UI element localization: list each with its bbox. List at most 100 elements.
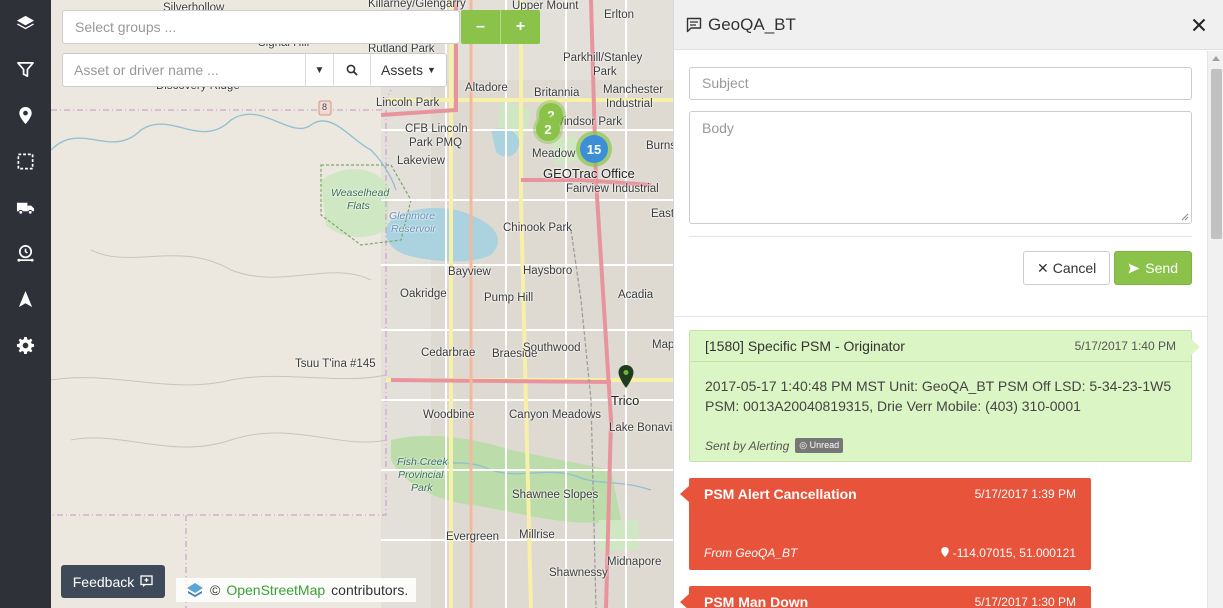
close-button[interactable] [1187, 13, 1211, 37]
map-label: Chinook Park [503, 222, 573, 234]
message-location[interactable]: -114.07015, 51.000121 [941, 546, 1076, 560]
assets-dropdown[interactable]: Assets ▼ [370, 54, 446, 86]
feedback-label: Feedback [72, 573, 135, 590]
map-label: Industrial [606, 98, 653, 110]
unread-badge: ◎ Unread [795, 438, 844, 453]
assets-label: Assets [381, 62, 424, 78]
route-history-icon [17, 244, 34, 262]
map-label: Weaselhead [331, 187, 390, 199]
select-area-icon [17, 153, 34, 169]
map-label: Altadore [465, 82, 508, 94]
select-area-button[interactable] [0, 138, 51, 184]
history-button[interactable] [0, 230, 51, 276]
map-label: Manchester [603, 84, 664, 96]
caret-down-icon: ▼ [427, 65, 436, 75]
map-attribution: © OpenStreetMap contributors. [176, 578, 417, 602]
openstreetmap-link[interactable]: OpenStreetMap [226, 582, 325, 598]
location-pin-icon [19, 106, 32, 124]
zoom-controls: – + [461, 10, 540, 44]
map-label: Glenmore [389, 210, 436, 222]
assets-button[interactable] [0, 184, 51, 230]
map-label-geotrac-office: GEOTrac Office [543, 166, 635, 181]
scroll-up-arrow-icon[interactable] [1212, 56, 1220, 61]
close-icon [1192, 18, 1206, 31]
map-label: Lakeview [397, 155, 445, 167]
zoom-out-button[interactable]: – [461, 10, 501, 44]
map-canvas[interactable]: Silverhollow Killarney/Glengarry Upper M… [51, 0, 673, 608]
feedback-button[interactable]: Feedback [61, 565, 165, 598]
map-label: Trico [611, 393, 640, 408]
highway-8-label: 8 [322, 102, 328, 112]
map-label: Park PMQ [409, 137, 463, 149]
caret-down-icon: ▼ [314, 64, 325, 76]
compose-form: Subject Body [689, 67, 1192, 224]
map-label: Burns [646, 140, 673, 152]
asset-cluster[interactable]: 2 [536, 117, 560, 141]
message-coords: -114.07015, 51.000121 [952, 546, 1076, 560]
settings-button[interactable] [0, 322, 51, 368]
message-incoming[interactable]: [1580] Specific PSM - Originator 5/17/20… [689, 330, 1200, 462]
map-label: Acadia [618, 289, 654, 301]
map-label: Flats [347, 200, 370, 212]
cancel-button[interactable]: ✕ Cancel [1022, 251, 1111, 285]
settings-gear-icon [16, 336, 35, 354]
body-placeholder: Body [702, 120, 734, 136]
send-label: Send [1145, 260, 1178, 276]
map-label: Haysboro [523, 265, 573, 277]
map-label: Oakridge [400, 288, 447, 300]
body-textarea[interactable]: Body [689, 111, 1192, 224]
navigate-button[interactable] [0, 276, 51, 322]
feedback-icon [140, 575, 153, 587]
send-button[interactable]: Send [1114, 251, 1192, 285]
subject-input[interactable]: Subject [689, 67, 1192, 100]
map-label: Cedarbrae [421, 347, 476, 359]
message-footer: Sent by Alerting ◎ Unread [705, 438, 844, 453]
panel-scrollbar[interactable] [1207, 51, 1223, 608]
message-footer: From GeoQA_BT -114.07015, 51.000121 [704, 546, 1076, 560]
message-outgoing[interactable]: PSM Alert Cancellation 5/17/2017 1:39 PM… [680, 478, 1091, 570]
left-toolbar [0, 0, 51, 608]
panel-title: GeoQA_BT [708, 14, 796, 34]
map-marker-icon[interactable] [618, 365, 634, 389]
message-header: PSM Alert Cancellation 5/17/2017 1:39 PM [689, 478, 1091, 509]
asset-search-input[interactable]: Asset or driver name ... [63, 54, 305, 86]
unread-eye-icon: ◎ [799, 440, 810, 450]
location-button[interactable] [0, 92, 51, 138]
message-sender: Sent by Alerting [705, 438, 790, 453]
attribution-suffix: contributors. [331, 582, 409, 598]
map-label: Parkhill/Stanley [563, 52, 643, 64]
map-label: Midnapore [607, 556, 662, 568]
groups-select[interactable]: Select groups ... [62, 10, 460, 44]
message-outgoing[interactable]: PSM Man Down 5/17/2017 1:30 PM [680, 586, 1091, 608]
message-panel: GeoQA_BT Subject Body ✕ Cancel Send [158… [673, 0, 1223, 608]
map-label: Evergreen [446, 531, 500, 543]
search-dropdown-button[interactable]: ▼ [305, 54, 333, 86]
map-label: Windsor Park [553, 116, 623, 128]
map-label: Shawnee Slopes [512, 489, 599, 501]
message-title: [1580] Specific PSM - Originator [705, 338, 905, 354]
map-label: Killarney/Glengarry [368, 0, 466, 10]
panel-header: GeoQA_BT [674, 0, 1223, 50]
message-line: 2017-05-17 1:40:48 PM MST Unit: GeoQA_BT… [705, 378, 1172, 394]
scroll-thumb[interactable] [1211, 69, 1222, 239]
zoom-in-button[interactable]: + [501, 10, 540, 44]
map-label: Southwood [523, 342, 581, 354]
map-label: Reservoir [391, 223, 436, 235]
message-body: 2017-05-17 1:40:48 PM MST Unit: GeoQA_BT… [690, 362, 1191, 416]
asset-cluster-large[interactable]: 15 [580, 135, 608, 163]
map-label: Shawnessy [549, 567, 608, 579]
message-icon [686, 17, 702, 32]
map-label: Pump Hill [484, 292, 534, 304]
filter-button[interactable] [0, 46, 51, 92]
message-header: PSM Man Down 5/17/2017 1:30 PM [689, 586, 1091, 608]
send-icon [1128, 263, 1140, 273]
message-date: 5/17/2017 1:30 PM [974, 594, 1076, 608]
resize-handle-icon[interactable] [1181, 213, 1189, 221]
layers-icon [16, 15, 35, 29]
layers-button[interactable] [0, 0, 51, 46]
message-date: 5/17/2017 1:40 PM [1074, 339, 1176, 353]
message-line: PSM: 0013A20040819315, Drie Verr Mobile:… [705, 398, 1081, 414]
search-button[interactable] [333, 54, 370, 86]
message-title: PSM Alert Cancellation [704, 485, 857, 502]
leaflet-logo-icon [187, 583, 203, 597]
